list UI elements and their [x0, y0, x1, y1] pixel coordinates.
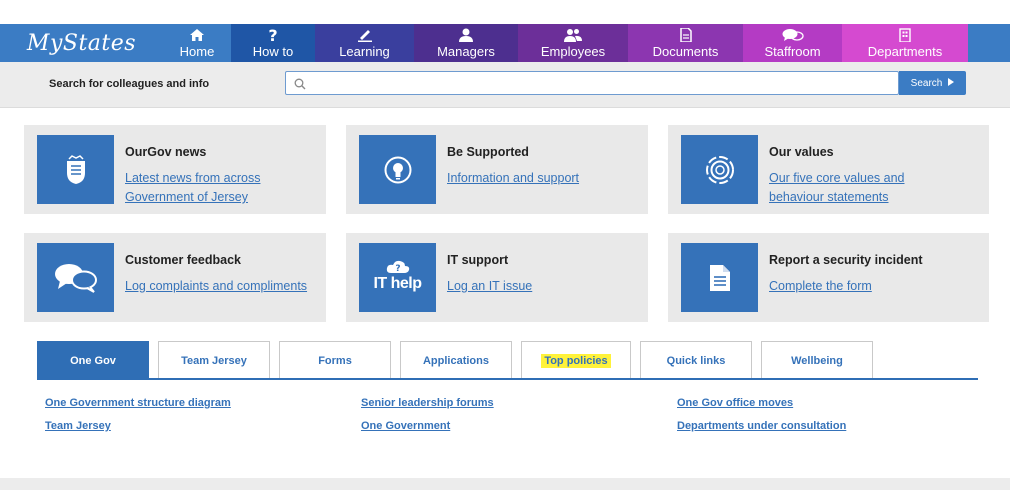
card-title: Customer feedback: [125, 253, 242, 267]
tab-label: Wellbeing: [791, 355, 843, 367]
tab-underline: [37, 378, 978, 380]
search-button[interactable]: Search: [899, 71, 966, 95]
user-icon: [459, 27, 473, 43]
footer-strip: [0, 478, 1010, 490]
speech-bubbles-icon[interactable]: [37, 243, 114, 312]
circular-arrows-icon[interactable]: [681, 135, 758, 204]
card-link[interactable]: Log complaints and compliments: [125, 277, 315, 296]
search-input[interactable]: [285, 71, 899, 95]
card-title: OurGov news: [125, 145, 207, 159]
tab-top-policies[interactable]: Top policies: [521, 341, 631, 380]
nav-staffroom[interactable]: Staffroom: [743, 24, 842, 62]
svg-text:?: ?: [268, 28, 277, 43]
link-departments-consultation[interactable]: Departments under consultation: [677, 420, 846, 432]
pencil-icon: [357, 27, 373, 43]
tab-label: Forms: [318, 355, 352, 367]
card-title: IT support: [447, 253, 509, 267]
nav-home-label: Home: [179, 44, 215, 59]
nav-filler: [968, 24, 1010, 62]
nav-documents[interactable]: Documents: [628, 24, 743, 62]
card-ourgov-news: OurGov news Latest news from across Gove…: [24, 125, 326, 214]
link-office-moves[interactable]: One Gov office moves: [677, 397, 793, 409]
card-link[interactable]: Complete the form: [769, 277, 959, 296]
crest-icon[interactable]: [37, 135, 114, 204]
nav-learning-label: Learning: [339, 44, 390, 59]
card-it-support: ? IT help IT support Log an IT issue: [346, 233, 648, 322]
tab-team-jersey[interactable]: Team Jersey: [158, 341, 270, 380]
tab-one-gov[interactable]: One Gov: [37, 341, 149, 380]
question-icon: ?: [268, 27, 278, 43]
card-title: Our values: [769, 145, 834, 159]
lightbulb-icon[interactable]: [359, 135, 436, 204]
tab-label: Quick links: [666, 355, 726, 367]
mystates-logo[interactable]: MyStates: [0, 24, 163, 62]
link-one-government[interactable]: One Government: [361, 420, 450, 432]
tab-applications[interactable]: Applications: [400, 341, 512, 380]
card-link[interactable]: Information and support: [447, 169, 637, 188]
tab-forms[interactable]: Forms: [279, 341, 391, 380]
link-team-jersey[interactable]: Team Jersey: [45, 420, 111, 432]
card-customer-feedback: Customer feedback Log complaints and com…: [24, 233, 326, 322]
card-link[interactable]: Our five core values and behaviour state…: [769, 169, 959, 207]
nav-documents-label: Documents: [652, 44, 719, 59]
tab-label: Top policies: [541, 354, 611, 368]
card-link[interactable]: Latest news from across Government of Je…: [125, 169, 315, 207]
tab-wellbeing[interactable]: Wellbeing: [761, 341, 873, 380]
top-navigation: MyStates Home ? How to Learning Managers…: [0, 24, 1010, 62]
home-icon: [190, 27, 204, 43]
play-arrow-icon: [948, 77, 955, 89]
document-icon: [679, 27, 692, 43]
it-help-text: IT help: [373, 274, 422, 292]
nav-departments[interactable]: Departments: [842, 24, 968, 62]
nav-departments-label: Departments: [867, 44, 943, 59]
nav-managers[interactable]: Managers: [414, 24, 518, 62]
nav-howto[interactable]: ? How to: [231, 24, 315, 62]
tab-quick-links[interactable]: Quick links: [640, 341, 752, 380]
tab-label: Applications: [422, 355, 489, 367]
users-icon: [563, 27, 583, 43]
card-title: Report a security incident: [769, 253, 923, 267]
nav-employees-label: Employees: [540, 44, 606, 59]
card-our-values: Our values Our five core values and beha…: [668, 125, 989, 214]
link-structure-diagram[interactable]: One Government structure diagram: [45, 397, 231, 409]
search-icon: [294, 77, 306, 95]
building-icon: [898, 27, 912, 43]
nav-employees[interactable]: Employees: [518, 24, 628, 62]
nav-howto-label: How to: [252, 44, 294, 59]
nav-home[interactable]: Home: [163, 24, 231, 62]
nav-managers-label: Managers: [437, 44, 495, 59]
card-title: Be Supported: [447, 145, 529, 159]
nav-learning[interactable]: Learning: [315, 24, 414, 62]
tab-label: One Gov: [70, 355, 116, 367]
it-help-icon[interactable]: ? IT help: [359, 243, 436, 312]
svg-text:?: ?: [395, 264, 400, 274]
card-link[interactable]: Log an IT issue: [447, 277, 637, 296]
search-button-label: Search: [910, 77, 943, 89]
tab-label: Team Jersey: [181, 355, 247, 367]
search-label: Search for colleagues and info: [49, 78, 210, 90]
form-document-icon[interactable]: [681, 243, 758, 312]
logo-text: MyStates: [26, 30, 137, 56]
card-security-incident: Report a security incident Complete the …: [668, 233, 989, 322]
link-senior-leadership[interactable]: Senior leadership forums: [361, 397, 494, 409]
chat-icon: [782, 27, 804, 43]
card-be-supported: Be Supported Information and support: [346, 125, 648, 214]
nav-staffroom-label: Staffroom: [764, 44, 821, 59]
